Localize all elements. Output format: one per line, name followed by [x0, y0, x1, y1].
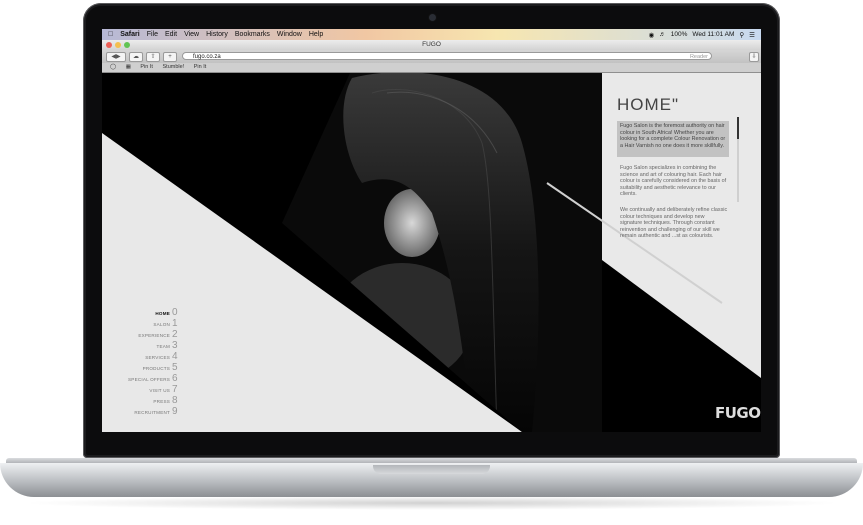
nav-item-salon[interactable]: SALON 1: [128, 318, 178, 329]
mac-menubar:  Safari File Edit View History Bookmark…: [102, 29, 761, 40]
window-title: FUGO: [422, 41, 441, 48]
close-window-icon[interactable]: [106, 42, 112, 48]
menu-bookmarks[interactable]: Bookmarks: [235, 31, 270, 38]
fugo-logo[interactable]: FUGO: [715, 404, 761, 422]
nav-item-services[interactable]: SERVICES 4: [128, 351, 178, 362]
nav-item-team[interactable]: TEAM 3: [128, 340, 178, 351]
downloads-icon[interactable]: ⇩: [749, 52, 759, 62]
nav-item-press[interactable]: PRESS 8: [128, 395, 178, 406]
window-titlebar: FUGO: [102, 40, 761, 50]
menu-file[interactable]: File: [147, 31, 158, 38]
top-sites-icon[interactable]: ▦: [126, 64, 131, 70]
menu-app-name[interactable]: Safari: [120, 31, 139, 38]
traffic-lights: [106, 42, 133, 48]
bookmark-pin-it-2[interactable]: Pin It: [194, 64, 207, 70]
site-nav: HOME 0 SALON 1 EXPERIENCE 2 TEAM 3 SERVICES 4…: [128, 307, 178, 417]
nav-item-products[interactable]: PRODUCTS 5: [128, 362, 178, 373]
nav-item-recruitment[interactable]: RECRUITMENT 9: [128, 406, 178, 417]
content-scrollbar[interactable]: [737, 117, 739, 202]
menu-window[interactable]: Window: [277, 31, 302, 38]
icloud-icon[interactable]: ☁: [129, 52, 143, 62]
battery-label[interactable]: 100%: [671, 31, 688, 38]
reader-button[interactable]: Reader: [690, 53, 708, 61]
menu-edit[interactable]: Edit: [165, 31, 177, 38]
apple-icon[interactable]: : [108, 31, 113, 38]
browser-toolbar: ◀▶ ☁ ⇧ + fugo.co.za Reader ⇩: [102, 50, 761, 63]
bookmark-pin-it[interactable]: Pin It: [140, 64, 153, 70]
body-paragraph-2: We continually and deliberately refine c…: [620, 207, 728, 239]
address-bar[interactable]: fugo.co.za Reader: [182, 52, 712, 60]
nav-item-special-offers[interactable]: SPECIAL OFFERS 6: [128, 373, 178, 384]
bookmark-stumble[interactable]: Stumble!: [163, 64, 185, 70]
back-forward-button[interactable]: ◀▶: [106, 52, 126, 62]
zoom-window-icon[interactable]: [124, 42, 130, 48]
menubar-status: ◉ ♬ 100% Wed 11:01 AM ⚲ ☰: [644, 29, 755, 40]
volume-icon[interactable]: ♬: [659, 31, 666, 38]
screen:  Safari File Edit View History Bookmark…: [102, 29, 761, 432]
page-heading: HOME": [617, 95, 680, 114]
laptop-shadow: [20, 496, 843, 510]
menu-view[interactable]: View: [184, 31, 199, 38]
search-icon[interactable]: ⚲: [739, 31, 744, 39]
bookmarks-bar: ◯ ▦ Pin It Stumble! Pin It: [102, 63, 761, 73]
nav-item-visit-us[interactable]: VISIT US 7: [128, 384, 178, 395]
scroll-thumb[interactable]: [737, 117, 739, 139]
add-bookmark-icon[interactable]: +: [163, 52, 177, 62]
camera-icon: [429, 14, 436, 21]
website-page: 2 HOME" Fugo Salon is the foremost autho…: [102, 73, 761, 432]
reading-list-icon[interactable]: ◯: [110, 64, 116, 70]
clock[interactable]: Wed 11:01 AM: [692, 31, 734, 38]
intro-paragraph: Fugo Salon is the foremost authority on …: [617, 121, 729, 157]
laptop-notch: [373, 465, 490, 474]
laptop-mockup:  Safari File Edit View History Bookmark…: [0, 0, 863, 525]
body-paragraph-1: Fugo Salon specializes in combining the …: [620, 165, 727, 197]
menu-help[interactable]: Help: [309, 31, 323, 38]
share-icon[interactable]: ⇧: [146, 52, 160, 62]
nav-item-home[interactable]: HOME 0: [128, 307, 178, 318]
wifi-icon[interactable]: ◉: [649, 31, 655, 39]
minimize-window-icon[interactable]: [115, 42, 121, 48]
url-text[interactable]: fugo.co.za: [193, 54, 221, 60]
menu-history[interactable]: History: [206, 31, 228, 38]
nav-item-experience[interactable]: EXPERIENCE 2: [128, 329, 178, 340]
list-icon[interactable]: ☰: [749, 31, 755, 39]
